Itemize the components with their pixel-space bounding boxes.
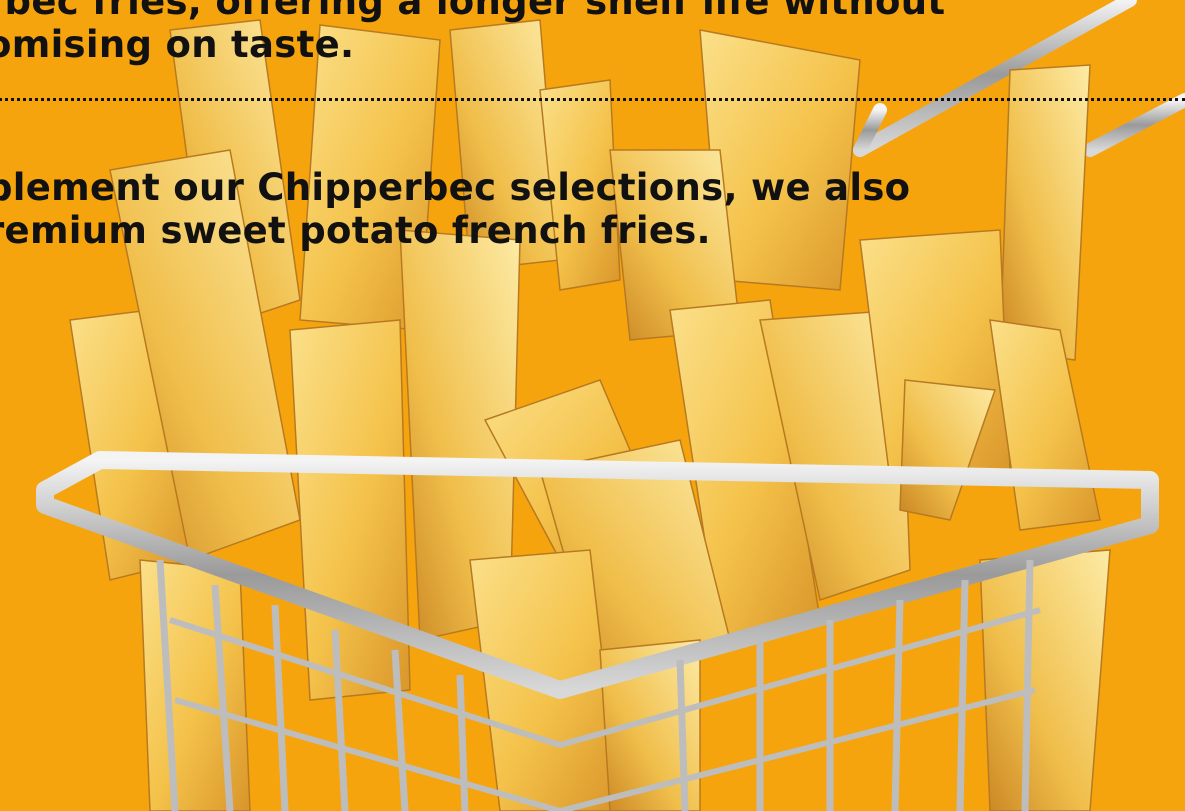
paragraph-two-line-1: plement our Chipperbec selections, we al…	[0, 166, 911, 209]
paragraph-sweet-potato: plement our Chipperbec selections, we al…	[0, 166, 910, 252]
paragraph-two-line-2: remium sweet potato french fries.	[0, 209, 711, 252]
paragraph-one-line-1: rbec fries, offering a longer shelf life…	[0, 0, 946, 23]
dotted-divider	[0, 98, 1185, 101]
paragraph-one-line-2: omising on taste.	[0, 23, 355, 66]
fries-basket-photo	[36, 0, 1185, 811]
paragraph-shelf-life: rbec fries, offering a longer shelf life…	[0, 0, 945, 66]
